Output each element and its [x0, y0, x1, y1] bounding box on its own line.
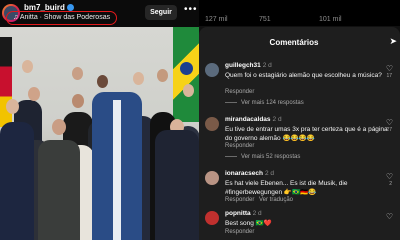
like-count: 17: [386, 73, 392, 79]
like-count: 27: [386, 127, 392, 133]
avatar[interactable]: [205, 211, 219, 225]
comment-item: ionaracsech 2 d Es hat viele Ebenen... Es…: [205, 170, 393, 210]
comment-text: Best song 🇧🇷❤️: [225, 220, 272, 227]
comments-sheet: Comentários ➤ guillegch31 2 d Quem foi o …: [199, 27, 400, 240]
person-head: [6, 99, 19, 114]
comments-panel: 127 mil 751 101 mil Comentários ➤ guille…: [199, 0, 400, 240]
comments-title: Comentários: [269, 38, 319, 47]
person-body: [38, 140, 80, 240]
brazil-flag: [173, 27, 199, 122]
music-note-icon: ♫: [13, 14, 20, 21]
comment-item: mirandacaldas 2 d Eu tive de entrar umas …: [205, 116, 393, 166]
like-count: 2: [389, 181, 392, 187]
post-header: bm7_buird ♫ Anitta · Show das Poderosas …: [0, 0, 199, 27]
person-head: [52, 119, 66, 135]
reply-button[interactable]: Responder: [225, 197, 254, 203]
avatar[interactable]: [205, 63, 219, 77]
comment-username[interactable]: ionaracsech 2 d: [225, 170, 274, 177]
person-body: [155, 130, 199, 240]
more-dots-icon[interactable]: •••: [184, 4, 198, 15]
like-count: 127 mil: [205, 16, 228, 23]
person-head: [22, 60, 33, 73]
avatar[interactable]: [205, 171, 219, 185]
post-photo[interactable]: [0, 27, 199, 240]
shirt: [113, 100, 121, 240]
comment-text: Eu tive de entrar umas 3x pra ter certez…: [225, 126, 388, 142]
avatar[interactable]: [205, 117, 219, 131]
heart-icon[interactable]: ♡: [386, 172, 393, 181]
comment-username[interactable]: mirandacaldas 2 d: [225, 116, 282, 123]
person-head: [72, 94, 84, 108]
person-head: [72, 67, 83, 80]
person-head: [183, 84, 194, 97]
translate-link[interactable]: Ver tradução: [259, 197, 293, 203]
reply-button[interactable]: Responder: [225, 143, 254, 149]
music-pill[interactable]: ♫ Anitta · Show das Poderosas: [6, 11, 118, 25]
comment-item: popnitta 2 d Best song 🇧🇷❤️ Responder ♡: [205, 210, 393, 240]
share-count: 101 mil: [319, 16, 342, 23]
top-stats-strip: 127 mil 751 101 mil: [199, 0, 400, 26]
comment-username[interactable]: guillegch31 2 d: [225, 62, 272, 69]
reply-button[interactable]: Responder: [225, 229, 254, 235]
view-replies-link[interactable]: Ver mais 124 respostas: [225, 100, 304, 106]
share-arrow-icon[interactable]: ➤: [389, 36, 397, 47]
person-body: [0, 122, 34, 240]
person-head: [133, 72, 144, 85]
person-head: [28, 87, 40, 101]
heart-icon[interactable]: ♡: [386, 118, 393, 127]
comment-item: guillegch31 2 d Quem foi o estagiário ale…: [205, 62, 393, 112]
comment-count: 751: [259, 16, 271, 23]
person-head: [157, 69, 168, 82]
heart-icon[interactable]: ♡: [386, 212, 393, 221]
heart-icon[interactable]: ♡: [386, 64, 393, 73]
follow-button[interactable]: Seguir: [145, 5, 177, 20]
reply-button[interactable]: Responder: [225, 89, 254, 95]
post-panel: bm7_buird ♫ Anitta · Show das Poderosas …: [0, 0, 199, 240]
view-replies-link[interactable]: Ver mais 52 respostas: [225, 154, 300, 160]
comment-text: Es hat viele Ebenen... Es ist die Musik,…: [225, 180, 348, 196]
person-head: [97, 75, 108, 88]
comment-text: Quem foi o estagiário alemão que escolhe…: [225, 72, 382, 79]
comment-username[interactable]: popnitta 2 d: [225, 210, 262, 217]
